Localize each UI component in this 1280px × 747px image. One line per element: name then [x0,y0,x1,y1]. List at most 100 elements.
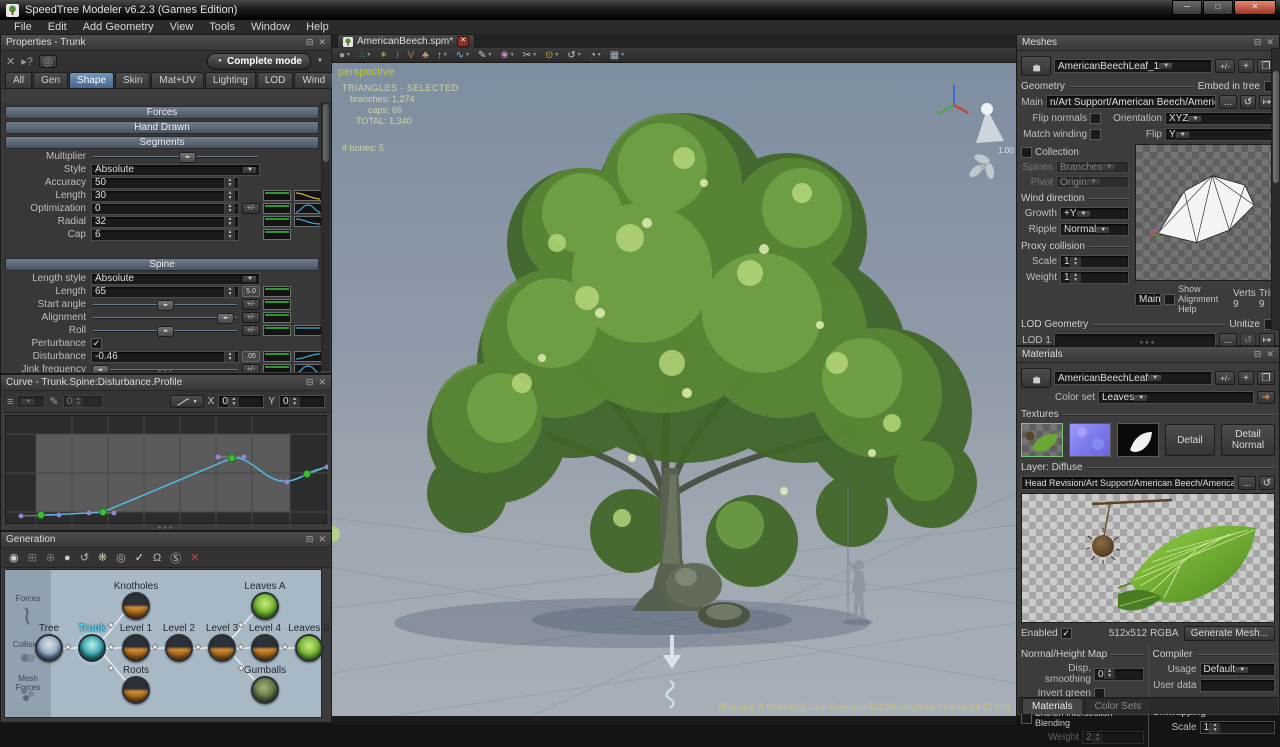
slider-knob[interactable]: ◂▸ [157,300,174,311]
tab-wind[interactable]: Wind [294,72,333,88]
alignment-curve-thumb[interactable] [263,312,291,323]
accuracy-spinner[interactable]: 50▲▼ [91,177,239,189]
unwrap-scale-spinner[interactable]: 1▲▼ [1200,721,1276,734]
section-spine[interactable]: Spine [5,258,319,271]
spinner-arrows[interactable]: ▲▼ [1092,733,1103,743]
tab-lod[interactable]: LOD [257,72,294,88]
gravity-tool-icon[interactable]: ⊙▼ [542,50,562,61]
dropdown-arrow-icon[interactable]: ▼ [1188,116,1201,122]
radial-spinner[interactable]: 32▲▼ [91,216,239,228]
optimization-profile-curve-thumb[interactable] [294,203,322,214]
detail-texture-button[interactable]: Detail [1165,424,1215,456]
tree-tool-icon[interactable]: ♣ [419,50,432,61]
spinner-arrows[interactable]: ▲▼ [224,287,235,297]
gen-node-level4[interactable]: Level 4 [251,634,279,662]
delete-icon[interactable]: ✕ [6,55,15,68]
spinner-arrows[interactable]: ▲▼ [224,204,235,214]
focus-icon[interactable]: ◉ [9,551,19,564]
apply-icon[interactable]: ↦ [1259,333,1275,347]
delete-node-icon[interactable]: ✕ [190,551,199,564]
blend-weight-spinner[interactable]: 2▲▼ [1082,731,1144,744]
start-angle-variance-button[interactable]: +/- [242,299,260,310]
pivot-dropdown[interactable]: Origin▼ [1056,176,1129,188]
roll-parent-curve-thumb[interactable] [263,325,291,336]
menu-add-geometry[interactable]: Add Geometry [75,21,162,33]
spinner-arrows[interactable]: ▲▼ [1104,669,1115,679]
spine-length-spinner[interactable]: 65▲▼ [91,286,239,298]
menu-view[interactable]: View [162,21,202,33]
dropdown-arrow-icon[interactable]: ▼ [243,167,256,173]
reload-icon[interactable]: ↺ [1259,476,1275,490]
browse-button[interactable]: ... [1238,476,1256,490]
slider-knob[interactable]: ◂▸ [179,152,196,163]
alignment-slider[interactable]: ◂▸ [91,312,239,324]
add-material-button[interactable]: + [1238,371,1254,385]
disturbance-step-badge[interactable]: .05 [242,351,260,362]
whats-this-icon[interactable]: ▸? [21,55,33,68]
prune-tool-icon[interactable]: ✂▼ [520,50,540,61]
curve-list-icon[interactable]: ≡ [7,396,13,408]
section-segments[interactable]: Segments [5,136,319,149]
tab-gen[interactable]: Gen [33,72,68,88]
tab-lighting[interactable]: Lighting [205,72,256,88]
section-forces[interactable]: Forces [5,106,319,119]
node-up-icon[interactable]: ↑▼ [434,50,451,61]
close-panel-icon[interactable]: ✕ [318,37,326,48]
color-set-apply-icon[interactable]: ➔ [1257,391,1275,404]
spinner-arrows[interactable]: ▲▼ [224,191,235,201]
camera-mode-label[interactable]: perspective [338,66,394,78]
style-dropdown[interactable]: Absolute▼ [91,164,260,176]
viewport-scene[interactable]: 1.00 [332,63,1016,716]
multiplier-slider[interactable]: ◂▸ [91,151,260,163]
curve-plot[interactable] [5,415,327,524]
spinner-arrows[interactable]: ▲▼ [1070,257,1081,267]
dropdown-arrow-icon[interactable]: ▼ [1159,63,1172,69]
wind-squiggle[interactable] [667,681,674,708]
alignment-variance-button[interactable]: +/- [242,312,260,323]
menu-file[interactable]: File [6,21,40,33]
float-panel-icon[interactable]: ⊟ [306,37,314,48]
growth-dropdown[interactable]: +Y▼ [1060,207,1129,220]
opacity-texture-thumb[interactable] [1117,423,1159,457]
close-panel-icon[interactable]: ✕ [318,534,326,545]
texture-preview[interactable] [1021,493,1275,623]
curve-preset-dropdown[interactable]: ▼ [17,395,45,408]
spinner-arrows[interactable]: ▲▼ [224,230,235,240]
leaves-icon[interactable]: ❋ [98,551,107,564]
material-selector-dropdown[interactable]: AmericanBeechLeaf▼ [1054,371,1212,385]
close-panel-icon[interactable]: ✕ [1266,349,1274,360]
mode-button[interactable]: ◔ Complete mode [207,53,311,70]
tab-close-icon[interactable]: ✕ [457,36,469,47]
show-alignment-help-checkbox[interactable] [1164,294,1175,305]
optimization-parent-curve-thumb[interactable] [263,203,291,214]
gen-node-leaves-b[interactable]: Leaves B [295,634,323,662]
optimization-spinner[interactable]: 0▲▼ [91,203,239,215]
tab-all[interactable]: All [5,72,32,88]
radial-parent-curve-thumb[interactable] [263,216,291,227]
optimization-variance-button[interactable]: +/- [242,203,260,214]
close-panel-icon[interactable]: ✕ [1266,37,1274,48]
gen-node-leaves-a[interactable]: Leaves A [251,592,279,620]
tab-shape[interactable]: Shape [69,72,114,88]
add-generator-icon[interactable]: ⊞ [28,551,37,564]
add-mesh-button[interactable]: + [1238,59,1254,73]
roll-slider[interactable]: ◂▸ [91,325,239,337]
spinner-arrows[interactable]: ▲▼ [1209,723,1220,733]
gen-node-gumballs[interactable]: Gumballs [251,676,279,704]
float-panel-icon[interactable]: ⊟ [306,534,314,545]
minimize-button[interactable]: ─ [1172,0,1202,15]
gen-node-knotholes[interactable]: Knotholes [122,592,150,620]
scale-spinner[interactable]: 1▲▼ [1060,255,1129,268]
menu-help[interactable]: Help [298,21,337,33]
jink-frequency-parent-curve-thumb[interactable] [263,364,291,372]
curve-tool-spinner[interactable]: 0▲▼ [63,395,103,408]
curve-type-button[interactable]: ▼ [170,395,204,408]
length-style-dropdown[interactable]: Absolute▼ [91,273,260,285]
branch-tool-icon[interactable]: V [404,50,417,61]
branch-blend-checkbox[interactable] [1021,713,1032,724]
spines-dropdown[interactable]: Branches▼ [1056,161,1129,173]
lod1-path-field[interactable] [1054,333,1216,347]
section-hand-drawn[interactable]: Hand Drawn [5,121,319,134]
usage-dropdown[interactable]: Default▼ [1200,663,1276,676]
menu-tools[interactable]: Tools [201,21,243,33]
